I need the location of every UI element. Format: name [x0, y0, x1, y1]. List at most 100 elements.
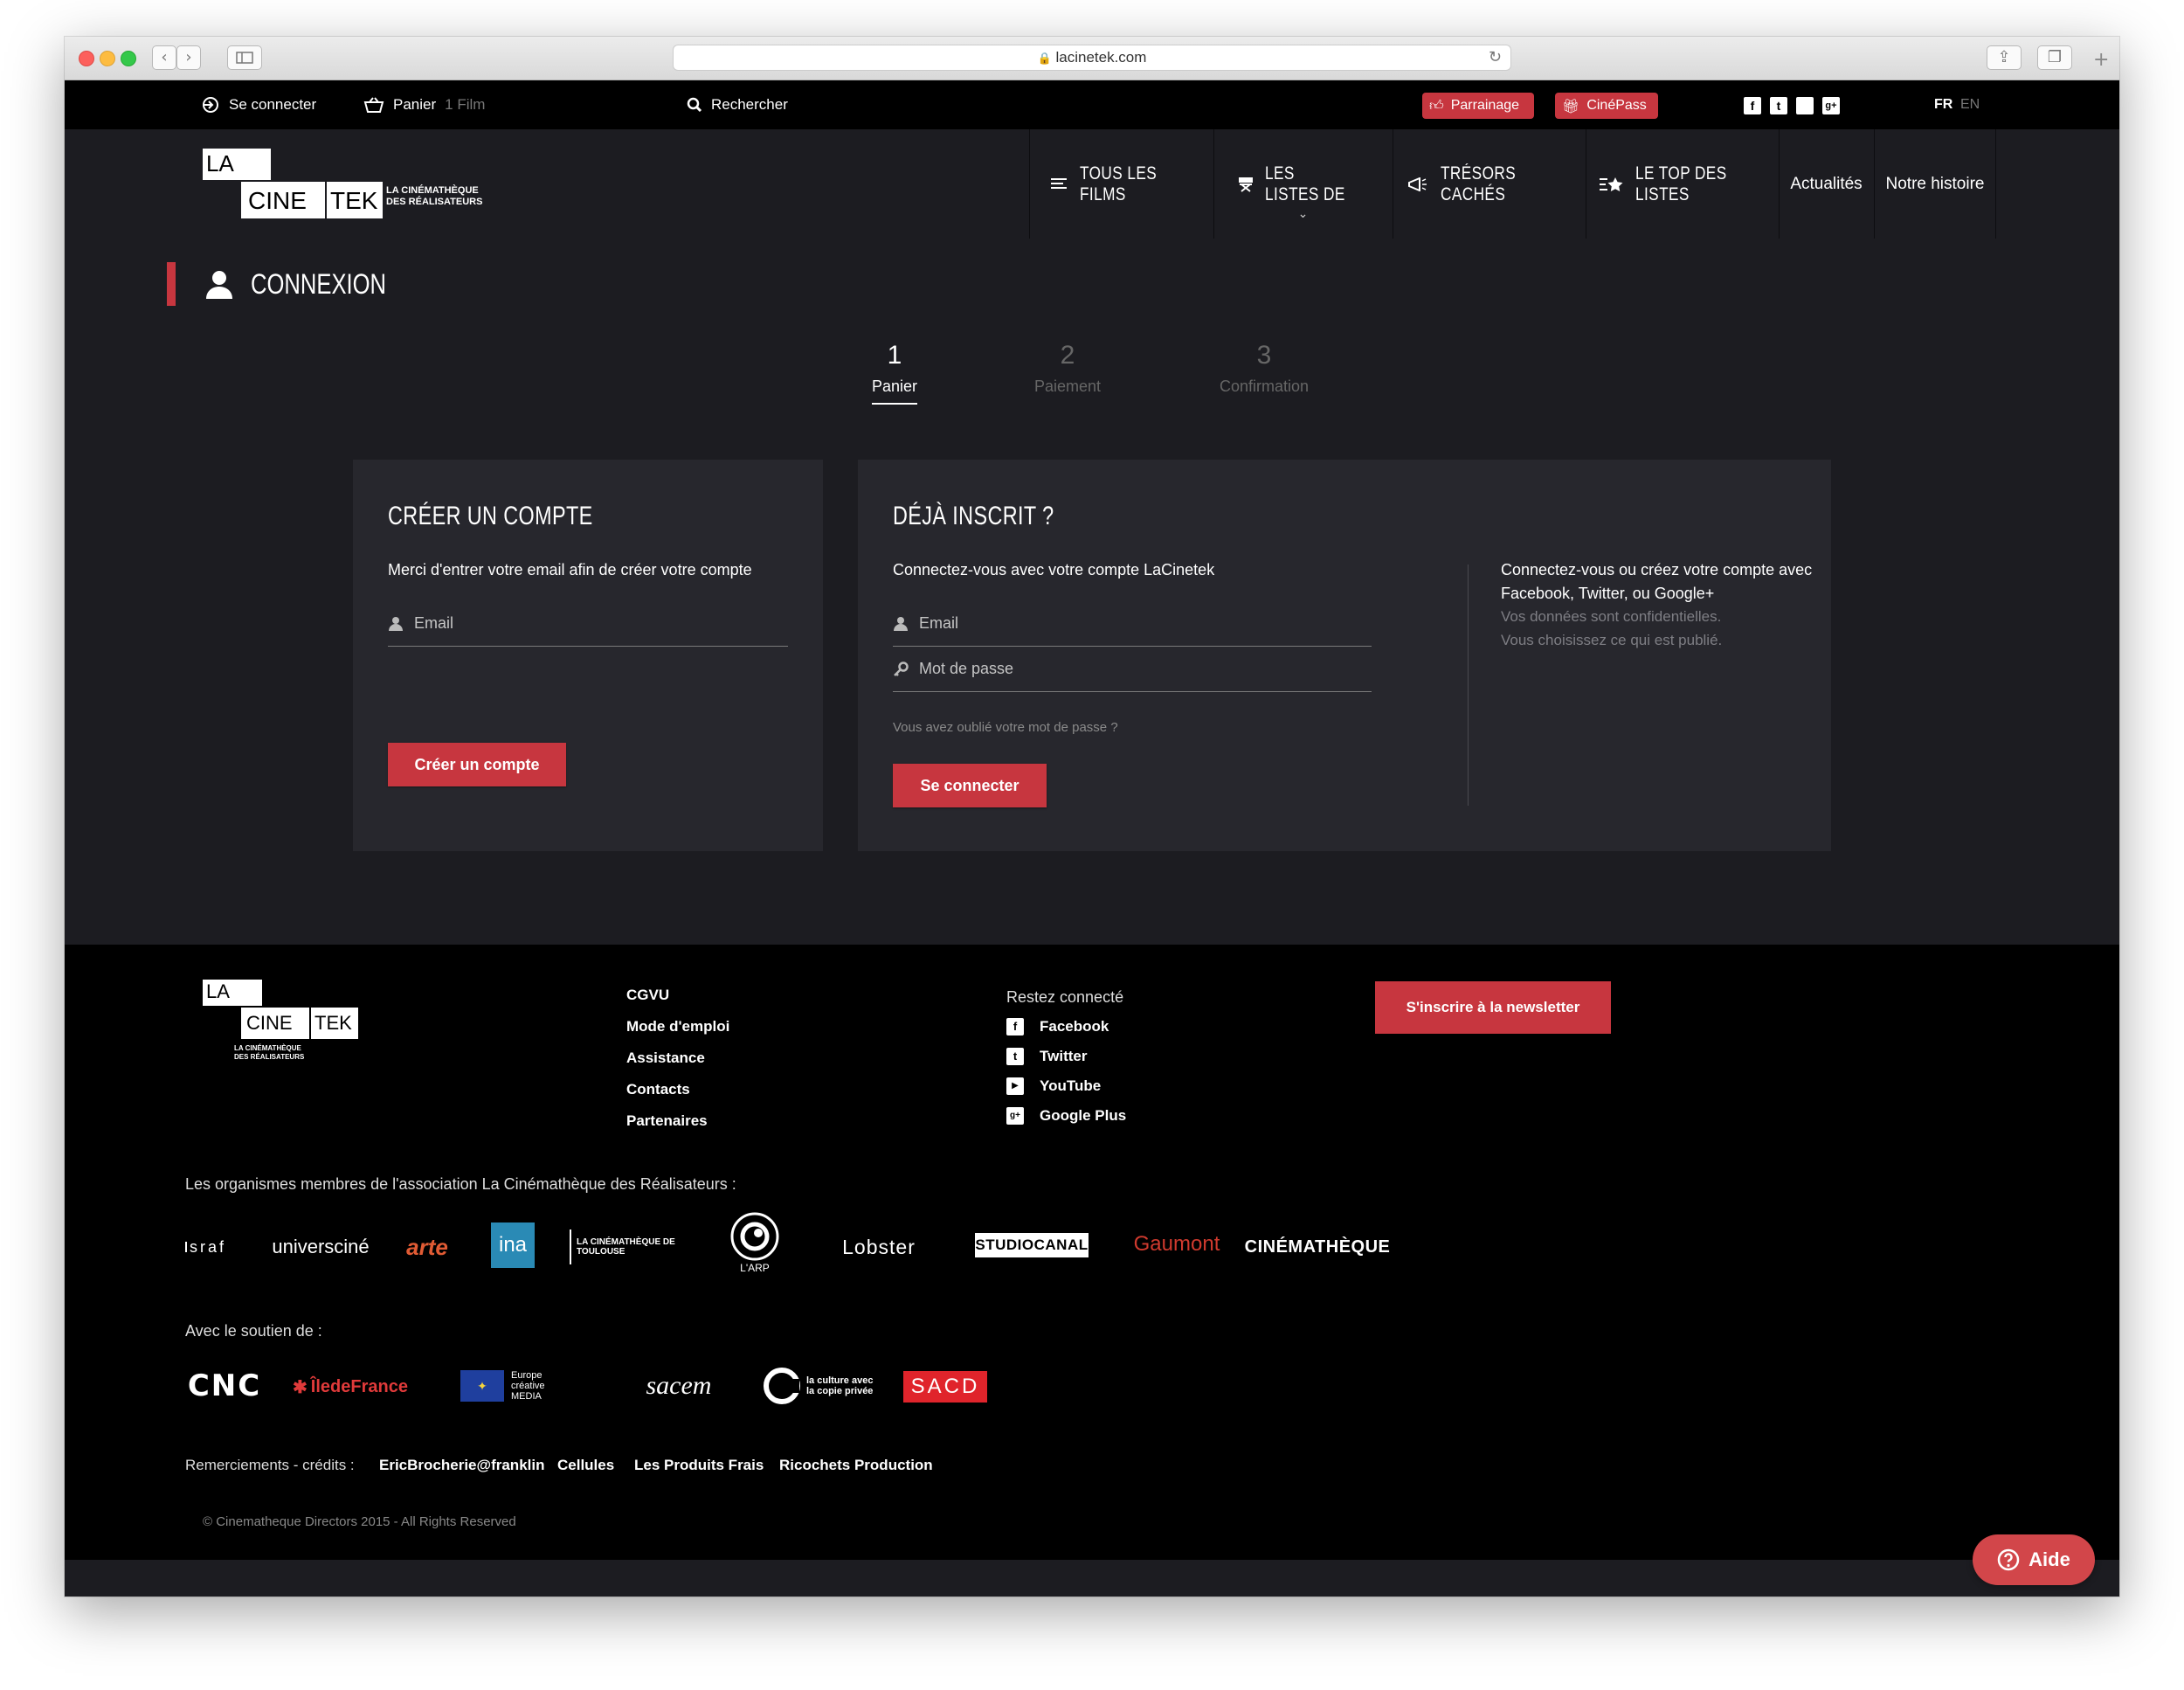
- thumbs-up-icon: 👍︎: [1429, 97, 1444, 114]
- share-icon[interactable]: ⇪: [1987, 45, 2022, 70]
- login-button[interactable]: Se connecter: [893, 764, 1047, 807]
- member-name: Gaumont: [1133, 1232, 1220, 1256]
- zoom-window-icon[interactable]: [121, 51, 136, 66]
- card-title: CRÉER UN COMPTE: [388, 502, 593, 530]
- site-header: LA CINE TEK LA CINÉMATHÈQUE DES RÉALISAT…: [65, 129, 2119, 243]
- logo-la: LA: [203, 980, 262, 1006]
- footer-link-mode-emploi[interactable]: Mode d'emploi: [626, 1018, 729, 1035]
- login-email-field[interactable]: Email: [893, 601, 1372, 647]
- search-link[interactable]: Rechercher: [687, 80, 788, 129]
- credit-link[interactable]: Les Produits Frais: [634, 1457, 764, 1474]
- help-button[interactable]: Aide: [1973, 1534, 2095, 1585]
- twitter-icon: t: [1006, 1048, 1024, 1065]
- plus-icon[interactable]: +: [2093, 49, 2109, 71]
- step-label: Panier: [871, 377, 918, 405]
- cinepass-button[interactable]: 🎁︎ CinéPass: [1555, 93, 1658, 119]
- lang-fr[interactable]: FR: [1934, 80, 1952, 129]
- chevron-down-icon: ⌄: [1297, 206, 1309, 221]
- member-logo-studiocanal[interactable]: STUDIOCANAL: [975, 1233, 1089, 1257]
- member-logo-universcine[interactable]: universciné: [272, 1229, 369, 1264]
- reload-icon[interactable]: ↻: [1489, 45, 1502, 70]
- footer-link-assistance[interactable]: Assistance: [626, 1049, 705, 1067]
- minimize-window-icon[interactable]: [100, 51, 115, 66]
- login-card: DÉJÀ INSCRIT ? Connectez-vous avec votre…: [858, 460, 1831, 851]
- members-title: Les organismes membres de l'association …: [185, 1175, 736, 1193]
- supporter-logo-cnc[interactable]: CNC: [185, 1368, 264, 1404]
- member-logo-arte[interactable]: arte: [388, 1229, 467, 1264]
- credit-link[interactable]: EricBrocherie@franklin: [379, 1457, 544, 1474]
- create-email-field[interactable]: Email: [388, 601, 788, 647]
- member-logo-toulouse[interactable]: LA CINÉMATHÈQUE DE TOULOUSE: [570, 1229, 678, 1264]
- chevron-right-icon[interactable]: ›: [176, 45, 201, 70]
- member-name: LA CINÉMATHÈQUE DE TOULOUSE: [577, 1237, 675, 1257]
- member-logo-sraf[interactable]: sraf: [185, 1216, 246, 1278]
- member-logo-lobster[interactable]: Lobster: [821, 1229, 936, 1264]
- logo-tagline-1: LA CINÉMATHÈQUE: [234, 1044, 301, 1052]
- supporter-logo-europe[interactable]: ✦ Europe créative MEDIA: [435, 1366, 601, 1406]
- youtube-icon: ▶: [1006, 1077, 1024, 1095]
- list-icon: [1050, 177, 1067, 189]
- supporter-logo-iledefrance[interactable]: ✱ ÎledeFrance: [293, 1371, 408, 1403]
- lang-en[interactable]: EN: [1960, 80, 1980, 129]
- member-logo-gaumont[interactable]: Gaumont: [1123, 1224, 1230, 1264]
- cinepass-label: CinéPass: [1586, 98, 1647, 113]
- social-label: YouTube: [1040, 1077, 1102, 1094]
- login-link[interactable]: Se connecter: [201, 80, 316, 129]
- member-logo-cinematheque[interactable]: CINÉMATHÈQUE: [1245, 1229, 1390, 1264]
- footer-logo[interactable]: LA CINE TEK LA CINÉMATHÈQUE DES RÉALISAT…: [203, 980, 360, 1067]
- member-name: Lobster: [842, 1235, 916, 1258]
- forgot-password-link[interactable]: Vous avez oublié votre mot de passe ?: [893, 720, 1118, 735]
- member-logo-arp[interactable]: L'ARP: [713, 1203, 797, 1282]
- supporter-logo-sacem[interactable]: sacem: [631, 1364, 727, 1408]
- close-window-icon[interactable]: [79, 51, 94, 66]
- instagram-icon[interactable]: [1796, 97, 1814, 114]
- logo-cine: CINE: [241, 182, 325, 218]
- nav-les-listes-de[interactable]: LES LISTES DE ⌄: [1213, 129, 1392, 239]
- address-bar[interactable]: 🔒 lacinetek.com ↻: [673, 45, 1511, 71]
- eu-flag-icon: ✦: [460, 1370, 504, 1402]
- supporter-logo-sacd[interactable]: SACD: [903, 1371, 987, 1403]
- google-plus-icon[interactable]: g+: [1822, 97, 1840, 114]
- site-logo[interactable]: LA CINE TEK LA CINÉMATHÈQUE DES RÉALISAT…: [203, 149, 508, 220]
- nav-top-des-listes[interactable]: LE TOP DES LISTES: [1586, 129, 1778, 239]
- facebook-icon[interactable]: f: [1744, 97, 1761, 114]
- login-icon: [203, 97, 218, 113]
- email-placeholder: Email: [414, 614, 454, 632]
- search-icon: [687, 97, 702, 113]
- credit-link[interactable]: Cellules: [557, 1457, 614, 1474]
- footer-facebook-link[interactable]: f Facebook: [1006, 1018, 1109, 1035]
- create-account-button[interactable]: Créer un compte: [388, 743, 566, 786]
- card-intro: Merci d'entrer votre email afin de créer…: [388, 561, 752, 578]
- password-placeholder: Mot de passe: [919, 660, 1014, 677]
- google-plus-icon: g+: [1006, 1107, 1024, 1125]
- nav-tous-les-films[interactable]: TOUS LES FILMS: [1029, 129, 1213, 239]
- footer-twitter-link[interactable]: t Twitter: [1006, 1048, 1087, 1065]
- twitter-icon[interactable]: t: [1770, 97, 1787, 114]
- supporter-logo-copie-privee[interactable]: la culture avec la copie privée: [760, 1364, 879, 1408]
- tabs-icon[interactable]: ❐: [2037, 45, 2072, 70]
- supporter-name: SACD: [910, 1375, 980, 1398]
- footer-link-partenaires[interactable]: Partenaires: [626, 1112, 708, 1130]
- parrainage-button[interactable]: 👍︎ Parrainage: [1422, 93, 1534, 119]
- login-label: Se connecter: [229, 96, 317, 113]
- step-label: Paiement: [1033, 377, 1102, 395]
- chevron-left-icon[interactable]: ‹: [152, 45, 176, 70]
- newsletter-button[interactable]: S'inscrire à la newsletter: [1375, 981, 1611, 1034]
- sidebar-icon[interactable]: [227, 45, 262, 70]
- browser-window: ‹ › 🔒 lacinetek.com ↻ ⇪ ❐ + Se connecter…: [65, 37, 2119, 1596]
- member-logo-ina[interactable]: ina: [491, 1222, 535, 1268]
- footer-link-contacts[interactable]: Contacts: [626, 1081, 690, 1098]
- user-icon: [389, 616, 403, 631]
- footer-link-cgvu[interactable]: CGVU: [626, 987, 669, 1004]
- nav-notre-histoire[interactable]: Notre histoire: [1874, 129, 1996, 239]
- search-label: Rechercher: [711, 96, 788, 113]
- footer-youtube-link[interactable]: ▶ YouTube: [1006, 1077, 1101, 1095]
- footer-google-plus-link[interactable]: g+ Google Plus: [1006, 1107, 1126, 1125]
- login-password-field[interactable]: Mot de passe: [893, 647, 1372, 692]
- social-label: Google Plus: [1040, 1107, 1127, 1124]
- credit-link[interactable]: Ricochets Production: [779, 1457, 933, 1474]
- nav-tresors-caches[interactable]: TRÉSORS CACHÉS: [1393, 129, 1585, 239]
- social-line-1: Connectez-vous ou créez votre compte ave…: [1501, 561, 1813, 578]
- cart-link[interactable]: Panier 1 Film: [363, 80, 485, 129]
- nav-actualites[interactable]: Actualités: [1779, 129, 1873, 239]
